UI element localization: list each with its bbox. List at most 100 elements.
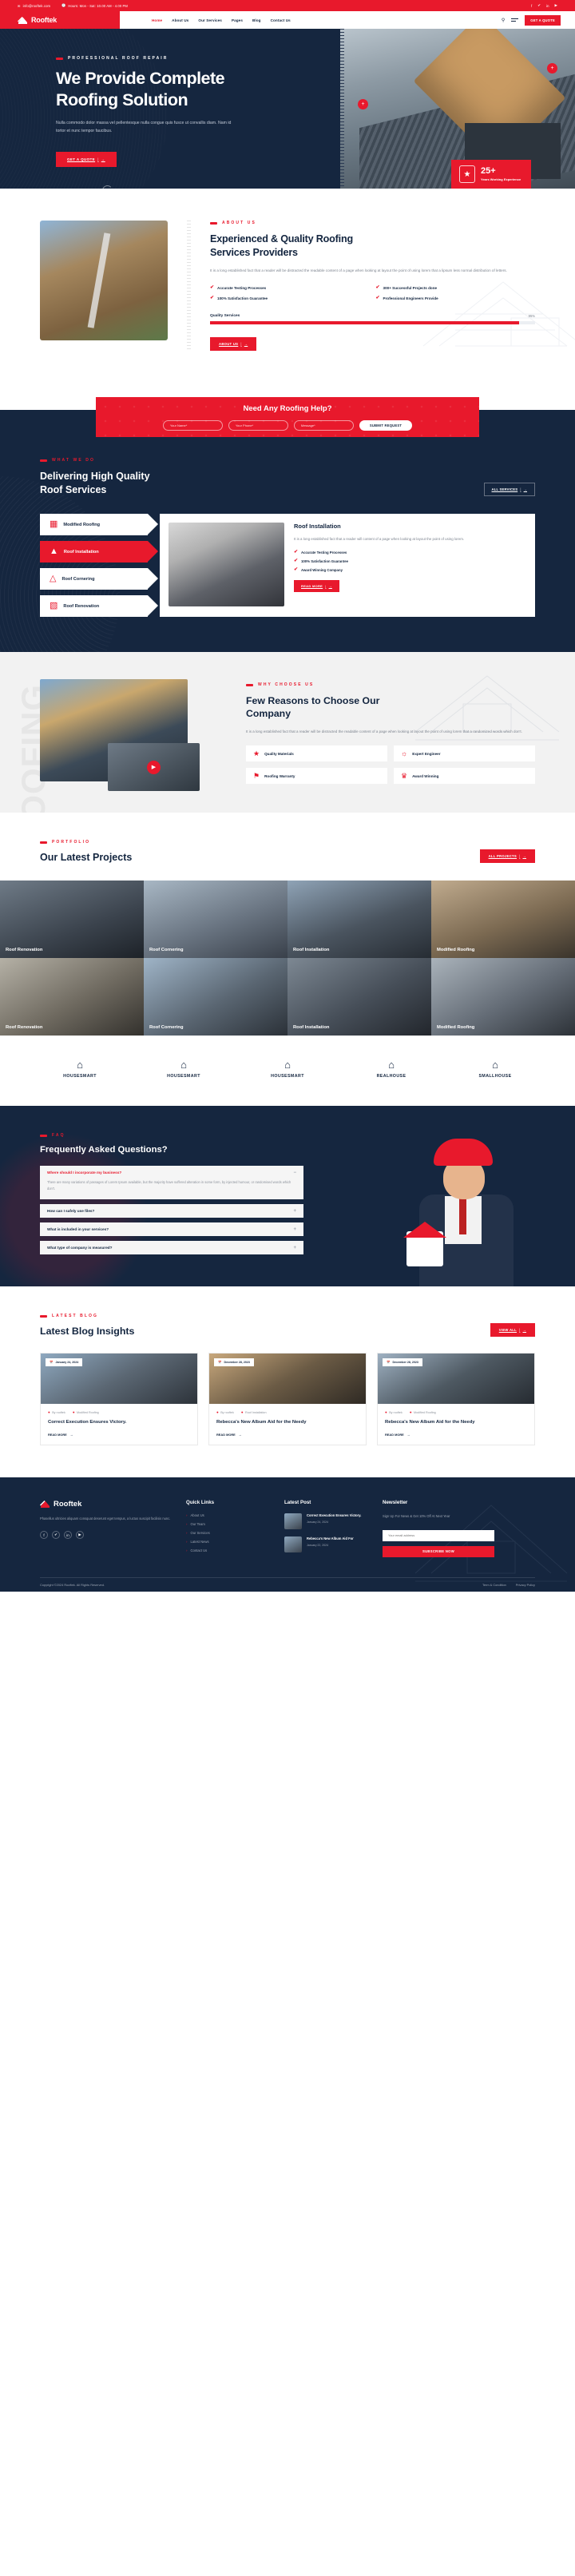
all-services-label: ALL SERVICES xyxy=(491,487,518,492)
footer-post-item[interactable]: Rebecca's New Album Aid For January 22, … xyxy=(284,1536,368,1553)
nav-item-about-us[interactable]: About Us xyxy=(172,18,188,22)
twitter-icon[interactable]: ✔ xyxy=(537,3,541,8)
faq-item[interactable]: What is included in your services? + xyxy=(40,1222,303,1237)
portfolio-item[interactable]: Roof Renovation xyxy=(0,881,144,959)
nav-item-blog[interactable]: Blog xyxy=(252,18,261,22)
faq-question[interactable]: Where should I incorporate my business? … xyxy=(40,1166,303,1179)
hotspot-dot-1[interactable]: + xyxy=(547,63,557,74)
why-card-award-winning[interactable]: ♛ Award Winning xyxy=(394,768,535,785)
brand-logo-item[interactable]: ⌂ REALHOUSE xyxy=(351,1059,431,1079)
nav-item-pages[interactable]: Pages xyxy=(232,18,243,22)
nav-item-contact-us[interactable]: Contact Us xyxy=(271,18,291,22)
footer-link[interactable]: › Our Services xyxy=(186,1531,270,1535)
nav-item-home[interactable]: Home xyxy=(152,18,162,22)
portfolio-item[interactable]: Modified Roofing xyxy=(431,881,575,959)
faq-item[interactable]: Where should I incorporate my business? … xyxy=(40,1166,303,1200)
message-input[interactable] xyxy=(293,419,354,431)
phone-input[interactable] xyxy=(228,419,288,431)
portfolio-item[interactable]: Roof Cornering xyxy=(144,881,288,959)
portfolio-item[interactable]: Roof Installation xyxy=(288,881,431,959)
why-card-roofing-warranty[interactable]: ⚑ Roofing Warranty xyxy=(246,768,387,785)
footer-link[interactable]: › Contact Us xyxy=(186,1548,270,1552)
about-ruler-decor xyxy=(187,221,191,352)
linkedin-icon[interactable]: in xyxy=(64,1531,72,1540)
why-paragraph: It is a long established fact that a rea… xyxy=(246,729,522,733)
search-icon[interactable]: ⚲ xyxy=(502,18,505,23)
service-panel-info: Roof Installation It is a long establish… xyxy=(294,523,526,608)
brand-logo-item[interactable]: ⌂ HOUSESMART xyxy=(248,1059,327,1079)
plus-icon[interactable]: + xyxy=(293,1246,296,1250)
blog-card[interactable]: 📅 January 24, 2024 ● By rooftek ● Modified… xyxy=(40,1353,198,1446)
footer-link[interactable]: › Our Team xyxy=(186,1522,270,1526)
blog-card[interactable]: 📅 December 28, 2023 ● By rooftek ● Roof In… xyxy=(208,1353,367,1446)
nav-item-our-services[interactable]: Our Services xyxy=(198,18,222,22)
plus-icon[interactable]: + xyxy=(293,1227,296,1232)
blog-card[interactable]: 📅 December 28, 2023 ● By rooftek ● Modifie… xyxy=(377,1353,535,1446)
youtube-icon[interactable]: ▶ xyxy=(555,3,557,8)
why-card-expert-engineer[interactable]: ☼ Expert Engineer xyxy=(394,745,535,762)
portfolio-item[interactable]: Modified Roofing xyxy=(431,958,575,1036)
cta-section: Need Any Roofing Help? SUBMIT REQUEST xyxy=(0,386,575,438)
progress-header: Quality Services 95% xyxy=(210,314,535,318)
service-tab-modified-roofing[interactable]: ▦ Modified Roofing xyxy=(40,514,158,536)
portfolio-item[interactable]: Roof Installation xyxy=(288,958,431,1036)
service-tab-roof-installation[interactable]: ▲ Roof Installation xyxy=(40,541,158,563)
submit-request-button[interactable]: SUBMIT REQUEST xyxy=(359,419,413,431)
faq-question[interactable]: How can I safely use files? + xyxy=(40,1204,303,1218)
service-tab-roof-renovation[interactable]: ▧ Roof Renovation xyxy=(40,595,158,618)
faq-item[interactable]: What type of company is measured? + xyxy=(40,1241,303,1255)
portfolio-item[interactable]: Roof Cornering xyxy=(144,958,288,1036)
faq-question[interactable]: What type of company is measured? + xyxy=(40,1241,303,1254)
subscribe-button[interactable]: SUBSCRIBE NOW xyxy=(383,1545,494,1557)
about-us-button[interactable]: ABOUT US | → xyxy=(210,337,257,352)
hero-get-a-quote-button[interactable]: GET A QUOTE | → xyxy=(56,151,117,167)
blog-author: ● By rooftek xyxy=(48,1410,65,1415)
hotspot-dot-2[interactable]: + xyxy=(358,99,368,109)
brand-logos: ⌂ HOUSESMART ⌂ HOUSESMART ⌂ HOUSESMART ⌂ REA… xyxy=(40,1036,535,1107)
service-read-more-button[interactable]: READ MORE | → xyxy=(294,580,339,593)
why-card-label: Expert Engineer xyxy=(412,751,441,756)
blog-read-more[interactable]: READ MORE → xyxy=(209,1426,366,1445)
brand-logo-item[interactable]: ⌂ HOUSESMART xyxy=(40,1059,120,1079)
tag-icon: ● xyxy=(72,1410,75,1415)
all-services-button[interactable]: ALL SERVICES | → xyxy=(483,483,535,497)
all-projects-button[interactable]: ALL PROJECTS | → xyxy=(479,849,535,864)
why-video-thumb[interactable]: ▶ xyxy=(108,743,200,792)
facebook-icon[interactable]: f xyxy=(40,1531,48,1540)
about-kicker-text: ABOUT US xyxy=(222,221,256,225)
logo[interactable]: Rooftek xyxy=(0,11,120,29)
blog-read-more[interactable]: READ MORE → xyxy=(378,1426,534,1445)
footer-post-item[interactable]: Correct Execution Ensures Victory. Janua… xyxy=(284,1513,368,1530)
cta-title: Need Any Roofing Help? xyxy=(243,403,332,413)
play-icon[interactable]: ▶ xyxy=(147,760,161,774)
youtube-icon[interactable]: ▶ xyxy=(76,1531,84,1540)
name-input[interactable] xyxy=(162,419,223,431)
faq-accordion: Where should I incorporate my business? … xyxy=(40,1166,303,1255)
view-all-button[interactable]: VIEW ALL | → xyxy=(490,1323,535,1338)
blog-read-more[interactable]: READ MORE → xyxy=(41,1426,197,1445)
email-info[interactable]: ✉ info@rooftek.com xyxy=(18,4,50,8)
terms-link[interactable]: Term & Condition xyxy=(482,1583,506,1587)
portfolio-item[interactable]: Roof Renovation xyxy=(0,958,144,1036)
footer-bottom: Copyright ©2024 Rooftek. All Rights Rese… xyxy=(40,1577,535,1592)
minus-icon[interactable]: − xyxy=(293,1171,296,1175)
footer-link[interactable]: › About Us xyxy=(186,1513,270,1517)
privacy-link[interactable]: Privacy Policy xyxy=(516,1583,535,1587)
footer-link[interactable]: › Latest News xyxy=(186,1540,270,1544)
hamburger-icon[interactable] xyxy=(511,18,519,22)
why-card-quality-materials[interactable]: ★ Quality Materials xyxy=(246,745,387,762)
newsletter-email-input[interactable] xyxy=(383,1529,494,1541)
facebook-icon[interactable]: f xyxy=(531,4,532,8)
brand-logo-item[interactable]: ⌂ HOUSESMART xyxy=(144,1059,224,1079)
brand-logo-item[interactable]: ⌂ SMALLHOUSE xyxy=(455,1059,535,1079)
blog-author: ● By rooftek xyxy=(385,1410,402,1415)
faq-item[interactable]: How can I safely use files? + xyxy=(40,1204,303,1218)
service-tab-roof-cornering[interactable]: △ Roof Cornering xyxy=(40,568,158,590)
footer-logo[interactable]: Rooftek xyxy=(40,1500,172,1509)
experience-label: Years Working Experience xyxy=(481,177,521,181)
linkedin-icon[interactable]: in xyxy=(546,4,549,8)
get-a-quote-button[interactable]: GET A QUOTE xyxy=(525,14,561,26)
plus-icon[interactable]: + xyxy=(293,1209,296,1214)
faq-question[interactable]: What is included in your services? + xyxy=(40,1222,303,1236)
twitter-icon[interactable]: ✔ xyxy=(52,1531,60,1540)
